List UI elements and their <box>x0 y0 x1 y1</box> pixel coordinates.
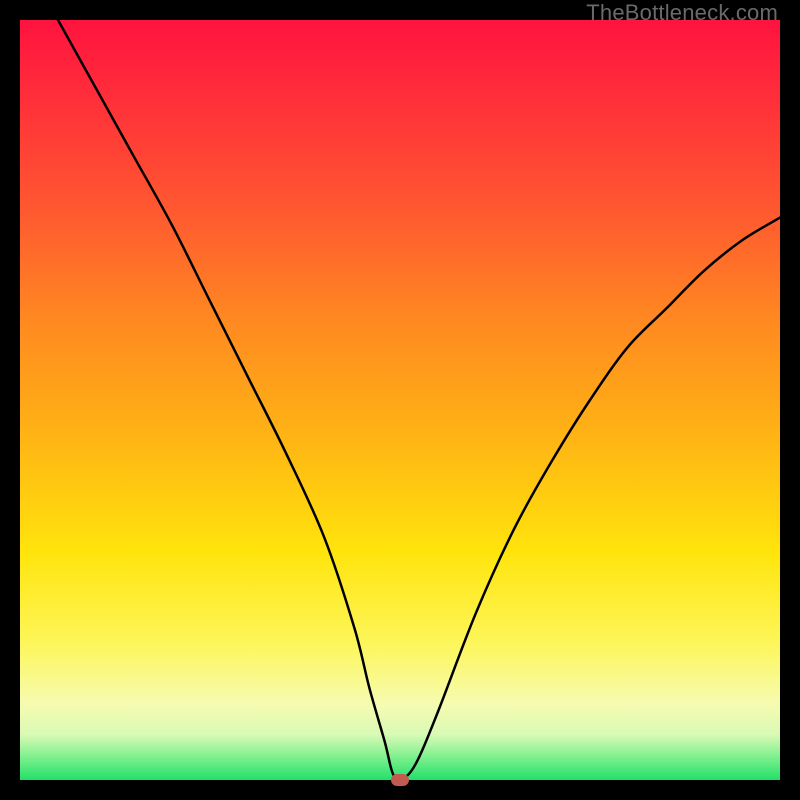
bottleneck-curve <box>20 20 780 780</box>
curve-path <box>58 20 780 780</box>
plot-area <box>20 20 780 780</box>
chart-frame: TheBottleneck.com <box>0 0 800 800</box>
current-config-marker <box>391 774 409 786</box>
